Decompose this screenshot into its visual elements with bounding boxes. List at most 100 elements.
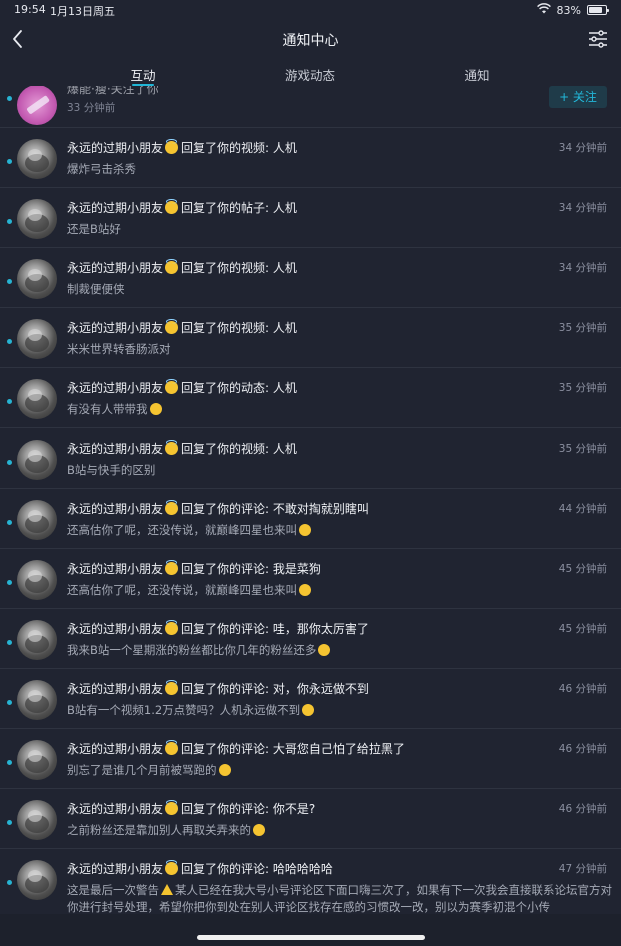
halo-emoji-icon bbox=[165, 679, 179, 695]
avatar[interactable] bbox=[17, 740, 57, 780]
list-item[interactable]: 永远的过期小朋友 回复了你的帖子: 人机 还是B站好 34 分钟前 bbox=[0, 188, 621, 249]
unread-dot bbox=[7, 159, 12, 164]
list-item-follow[interactable]: 爆能·瘦·关注了你 33 分钟前 + 关注 bbox=[0, 86, 621, 128]
avatar[interactable] bbox=[17, 800, 57, 841]
tab-bar: 互动 游戏动态 通知 bbox=[0, 60, 621, 86]
user-name[interactable]: 永远的过期小朋友 bbox=[67, 141, 163, 155]
timestamp: 33 分钟前 bbox=[67, 102, 116, 114]
reply-header[interactable]: 永远的过期小朋友 回复了你的评论: 对，你永远做不到 bbox=[67, 679, 369, 697]
avatar[interactable] bbox=[17, 379, 57, 420]
reply-content: 之前粉丝还是靠加别人再取关弄来的 bbox=[67, 822, 265, 838]
list-item[interactable]: 永远的过期小朋友 回复了你的视频: 人机 B站与快手的区别 35 分钟前 bbox=[0, 429, 621, 489]
reply-action: 回复了你的视频: 人机 bbox=[181, 141, 297, 155]
battery-level bbox=[589, 7, 602, 13]
list-item[interactable]: 永远的过期小朋友 回复了你的评论: 对，你永远做不到 B站有一个视频1.2万点赞吗？… bbox=[0, 669, 621, 729]
timestamp: 46 分钟前 bbox=[558, 803, 607, 816]
unread-dot bbox=[7, 699, 12, 705]
user-name[interactable]: 永远的过期小朋友 bbox=[67, 682, 163, 696]
halo-emoji-icon bbox=[165, 860, 179, 876]
list-item[interactable]: 永远的过期小朋友 回复了你的动态: 人机 有没有人带带我 35 分钟前 bbox=[0, 368, 621, 429]
halo-emoji-icon bbox=[165, 499, 179, 515]
avatar[interactable] bbox=[17, 559, 57, 600]
reply-action: 回复了你的视频: 人机 bbox=[181, 261, 297, 276]
reply-action: 回复了你的动态: 人机 bbox=[181, 381, 297, 396]
user-name[interactable]: 永远的过期小朋友 bbox=[67, 381, 163, 395]
timestamp: 46 分钟前 bbox=[558, 682, 607, 695]
unread-dot bbox=[7, 760, 12, 765]
reply-content: 还高估你了呢，还没传说，就巅峰四星也来叫 bbox=[67, 522, 311, 538]
list-item[interactable]: 永远的过期小朋友 回复了你的评论: 你不是? 之前粉丝还是靠加别人再取关弄来的 46 … bbox=[0, 789, 621, 850]
list-item[interactable]: 永远的过期小朋友 回复了你的评论: 哈哈哈哈哈这是最后一次警告 某人已经在我大号小号… bbox=[0, 849, 621, 914]
timestamp: 45 分钟前 bbox=[558, 622, 607, 635]
user-name[interactable]: 爆能·瘦·关注了你 bbox=[67, 86, 159, 97]
timestamp: 44 分钟前 bbox=[558, 502, 607, 515]
reply-header[interactable]: 永远的过期小朋友 回复了你的帖子: 人机 bbox=[67, 199, 297, 216]
reply-content: 我来B站一个星期涨的粉丝都比你几年的粉丝还多 bbox=[67, 642, 331, 658]
reply-header[interactable]: 永远的过期小朋友 回复了你的评论: 哇，那你太厉害了 bbox=[67, 619, 369, 637]
halo-emoji-icon bbox=[165, 559, 179, 575]
reply-header[interactable]: 永远的过期小朋友 回复了你的动态: 人机 bbox=[67, 379, 297, 396]
list-item[interactable]: 永远的过期小朋友 回复了你的视频: 人机 爆炸弓击杀秀 34 分钟前 bbox=[0, 128, 621, 188]
avatar[interactable] bbox=[17, 679, 57, 720]
halo-emoji-icon bbox=[165, 740, 179, 755]
notification-list[interactable]: 爆能·瘦·关注了你 33 分钟前 + 关注 永远的过期小朋友 回复了你的视频: 人… bbox=[0, 86, 621, 914]
reply-header[interactable]: 永远的过期小朋友 回复了你的视频: 人机 bbox=[67, 319, 297, 336]
list-item[interactable]: 永远的过期小朋友 回复了你的评论: 大哥您自己怕了给拉黑了 别忘了是谁几个月前被骂跑… bbox=[0, 729, 621, 789]
avatar[interactable] bbox=[17, 619, 57, 660]
reply-header[interactable]: 永远的过期小朋友 回复了你的视频: 人机 bbox=[67, 259, 297, 276]
user-name[interactable]: 永远的过期小朋友 bbox=[67, 562, 163, 576]
reply-action: 回复了你的评论: 不敢对掏就别瞎叫 bbox=[181, 501, 369, 516]
reply-header[interactable]: 永远的过期小朋友 回复了你的视频: 人机 bbox=[67, 139, 297, 156]
battery-percent: 83% bbox=[556, 3, 581, 17]
tab-interaction[interactable]: 互动 bbox=[130, 65, 155, 84]
home-indicator[interactable] bbox=[197, 935, 425, 940]
user-name[interactable]: 永远的过期小朋友 bbox=[67, 201, 163, 215]
avatar[interactable] bbox=[17, 499, 57, 540]
halo-emoji-icon bbox=[165, 800, 179, 816]
avatar[interactable] bbox=[17, 199, 57, 240]
user-name[interactable]: 永远的过期小朋友 bbox=[67, 742, 163, 756]
tab-notice[interactable]: 通知 bbox=[464, 65, 489, 84]
avatar[interactable] bbox=[17, 139, 57, 179]
timestamp: 45 分钟前 bbox=[558, 562, 607, 575]
reply-header[interactable]: 永远的过期小朋友 回复了你的评论: 哈哈哈哈哈 bbox=[67, 860, 333, 877]
avatar[interactable] bbox=[17, 86, 57, 125]
reply-text: 有没有人带带我 bbox=[67, 402, 148, 417]
wifi-icon bbox=[536, 3, 551, 17]
avatar[interactable] bbox=[17, 860, 57, 901]
pleading-emoji-icon bbox=[302, 703, 315, 716]
reply-content: 这是最后一次警告 某人已经在我大号小号评论区下面口嗨三次了，如果有下一次我会直接联… bbox=[67, 882, 612, 914]
timestamp: 34 分钟前 bbox=[558, 262, 607, 275]
list-item[interactable]: 永远的过期小朋友 回复了你的评论: 我是菜狗 还高估你了呢，还没传说，就巅峰四星也来… bbox=[0, 549, 621, 609]
reply-header[interactable]: 永远的过期小朋友 回复了你的评论: 不敢对掏就别瞎叫 bbox=[67, 499, 369, 517]
user-name[interactable]: 永远的过期小朋友 bbox=[67, 321, 163, 335]
user-name[interactable]: 永远的过期小朋友 bbox=[67, 502, 163, 516]
filter-settings-icon[interactable] bbox=[587, 28, 609, 50]
reply-text: 还高估你了呢，还没传说，就巅峰四星也来叫 bbox=[67, 582, 297, 597]
user-name[interactable]: 永远的过期小朋友 bbox=[67, 261, 163, 275]
list-item[interactable]: 永远的过期小朋友 回复了你的视频: 人机 制裁便便侠 34 分钟前 bbox=[0, 248, 621, 309]
reply-action: 回复了你的评论: 大哥您自己怕了给拉黑了 bbox=[181, 742, 405, 756]
user-name[interactable]: 永远的过期小朋友 bbox=[67, 862, 163, 876]
user-name[interactable]: 永远的过期小朋友 bbox=[67, 802, 163, 816]
reply-text: 爆炸弓击杀秀 bbox=[67, 162, 136, 176]
tab-game-news[interactable]: 游戏动态 bbox=[285, 65, 335, 84]
list-item[interactable]: 永远的过期小朋友 回复了你的评论: 不敢对掏就别瞎叫还高估你了呢，还没传说，就巅峰… bbox=[0, 489, 621, 549]
avatar[interactable] bbox=[17, 439, 57, 480]
user-name[interactable]: 永远的过期小朋友 bbox=[67, 622, 163, 636]
reply-action: 回复了你的评论: 哈哈哈哈哈 bbox=[181, 862, 333, 877]
list-item[interactable]: 永远的过期小朋友 回复了你的评论: 哇，那你太厉害了 我来B站一个星期涨的粉丝都比你… bbox=[0, 609, 621, 669]
reply-header[interactable]: 永远的过期小朋友 回复了你的视频: 人机 bbox=[67, 439, 297, 457]
reply-header[interactable]: 永远的过期小朋友 回复了你的评论: 你不是? bbox=[67, 800, 315, 817]
list-item[interactable]: 永远的过期小朋友 回复了你的视频: 人机 米米世界转香肠派对 35 分钟前 bbox=[0, 308, 621, 369]
reply-header[interactable]: 永远的过期小朋友 回复了你的评论: 我是菜狗 bbox=[67, 559, 321, 577]
avatar[interactable] bbox=[17, 259, 57, 300]
user-name[interactable]: 永远的过期小朋友 bbox=[67, 442, 163, 456]
reply-text: B站与快手的区别 bbox=[67, 462, 156, 477]
avatar[interactable] bbox=[17, 319, 57, 360]
follow-button[interactable]: + 关注 bbox=[549, 86, 607, 108]
unread-dot bbox=[7, 579, 12, 585]
reply-header[interactable]: 永远的过期小朋友 回复了你的评论: 大哥您自己怕了给拉黑了 bbox=[67, 740, 405, 757]
reply-content: B站有一个视频1.2万点赞吗？人机永远做不到 bbox=[67, 702, 315, 718]
timestamp: 47 分钟前 bbox=[558, 863, 607, 876]
